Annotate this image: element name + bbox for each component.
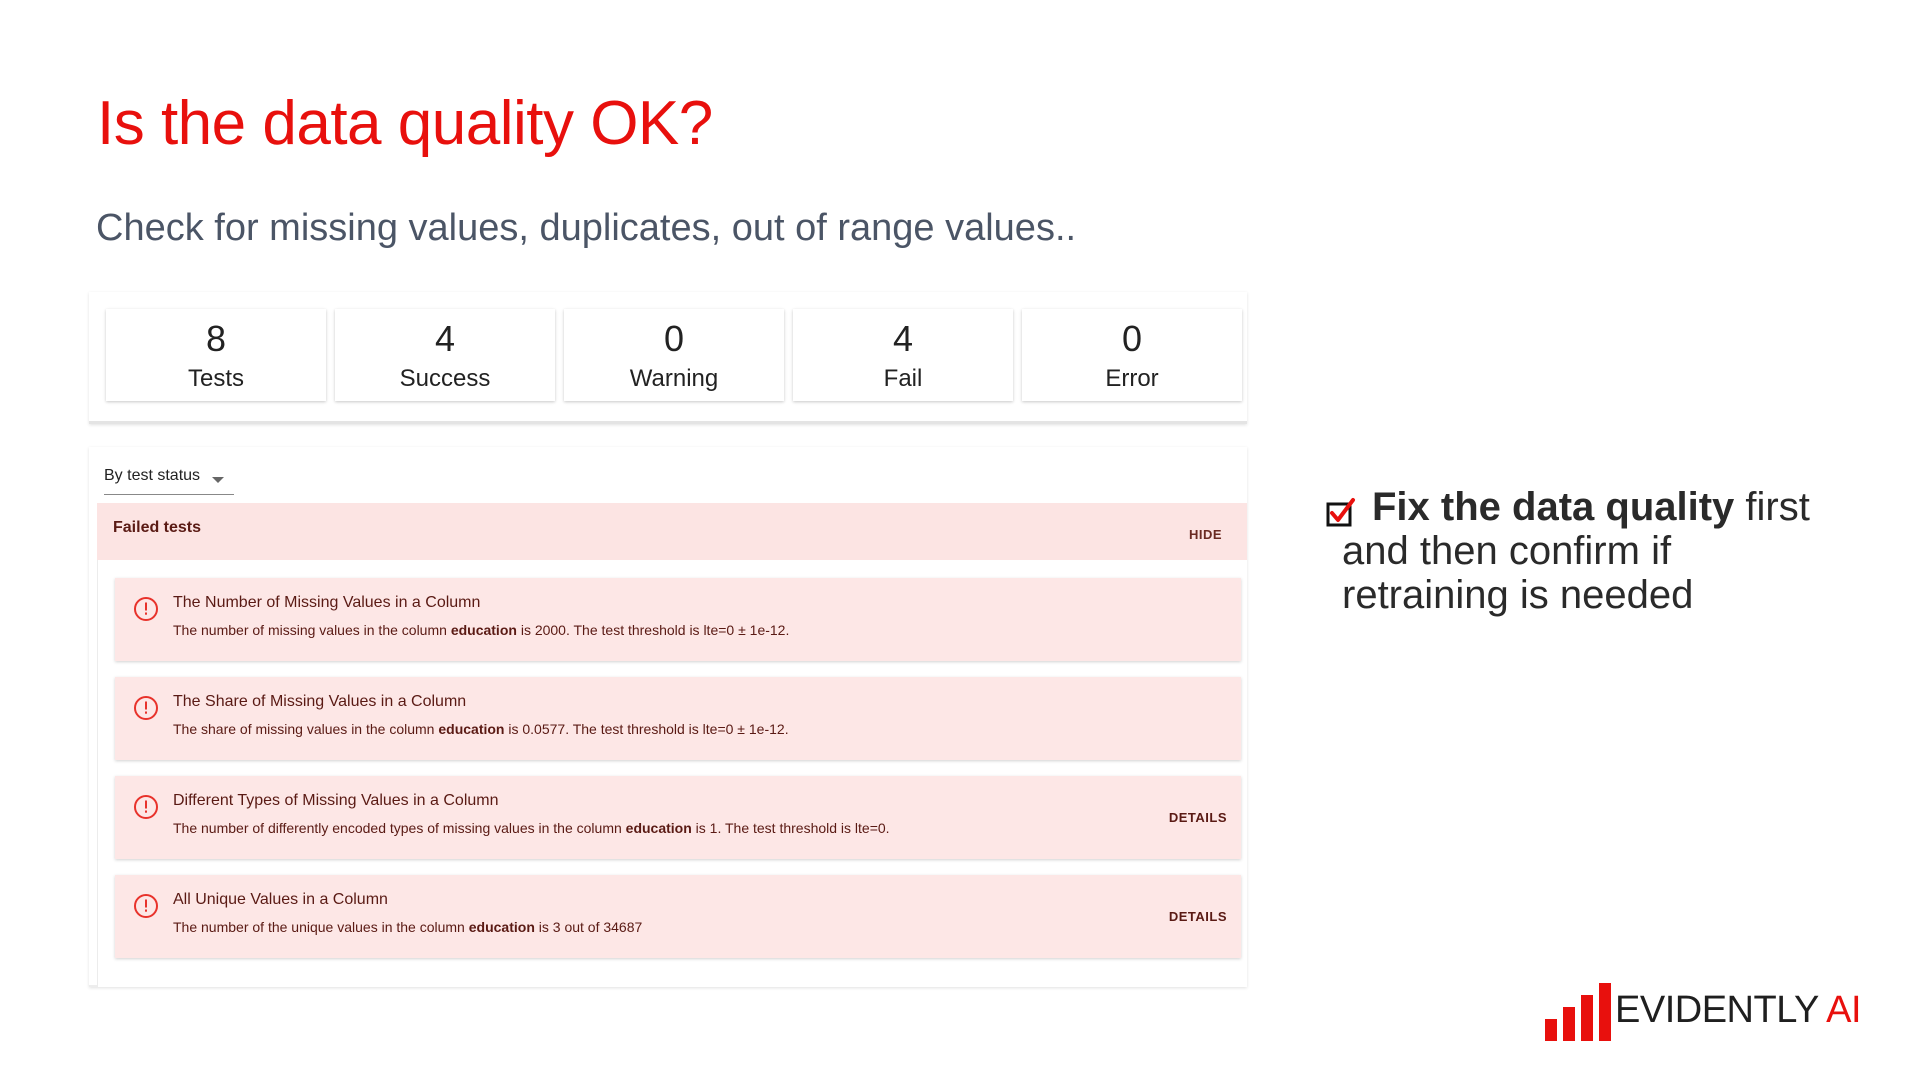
test-name: The Number of Missing Values in a Column: [173, 594, 481, 611]
failed-tests-title: Failed tests: [113, 519, 202, 536]
test-card[interactable]: The Share of Missing Values in a Column …: [115, 677, 1241, 760]
hide-button[interactable]: HIDE: [1189, 527, 1222, 542]
recommendation-note: Fix the data quality first and then conf…: [1326, 485, 1846, 617]
group-by-label: By test status: [104, 467, 201, 484]
group-by-select[interactable]: By test status: [104, 467, 234, 495]
test-card[interactable]: The Number of Missing Values in a Column…: [115, 578, 1241, 661]
evidently-logo: EVIDENTLY AI: [1545, 981, 1875, 1041]
stat-label: Tests: [187, 365, 244, 392]
stat-label: Success: [399, 365, 491, 392]
caret-down-icon: [212, 477, 224, 483]
stat-card-success: 4 Success: [335, 309, 555, 401]
stat-value: 8: [205, 318, 227, 359]
stat-card-tests: 8 Tests: [106, 309, 326, 401]
alert-circle-icon: [134, 894, 158, 918]
test-name: The Share of Missing Values in a Column: [173, 693, 467, 710]
slide-subtitle: Check for missing values, duplicates, ou…: [96, 207, 1077, 249]
details-button[interactable]: DETAILS: [1169, 909, 1227, 924]
test-description: The number of differently encoded types …: [173, 820, 890, 836]
logo-bar: [1581, 995, 1593, 1041]
logo-bar: [1563, 1007, 1575, 1041]
test-summary-panel: 8 Tests 4 Success 0 Warning 4 Fail 0 Err…: [89, 292, 1247, 424]
test-description: The number of the unique values in the c…: [173, 919, 643, 935]
stat-label: Error: [1105, 365, 1159, 392]
alert-circle-icon: [134, 795, 158, 819]
test-description: The share of missing values in the colum…: [173, 721, 789, 737]
logo-bar: [1545, 1019, 1557, 1041]
test-results-panel: By test status Failed tests HIDE The Num…: [89, 447, 1247, 987]
slide-title: Is the data quality OK?: [97, 89, 713, 158]
alert-circle-icon: [134, 597, 158, 621]
failed-tests-list: The Number of Missing Values in a Column…: [97, 560, 1247, 987]
stat-card-fail: 4 Fail: [793, 309, 1013, 401]
checkbox-checked-icon: [1326, 498, 1355, 527]
stat-value: 4: [892, 318, 914, 359]
logo-bar: [1599, 983, 1611, 1041]
alert-circle-icon: [134, 696, 158, 720]
note-line-2: and then confirm if: [1342, 529, 1672, 573]
stat-card-error: 0 Error: [1022, 309, 1242, 401]
test-card[interactable]: Different Types of Missing Values in a C…: [115, 776, 1241, 859]
stat-label: Fail: [883, 365, 923, 392]
stat-value: 4: [434, 318, 456, 359]
logo-text: EVIDENTLY AI: [1615, 989, 1862, 1031]
test-name: All Unique Values in a Column: [173, 891, 388, 908]
failed-tests-header: Failed tests HIDE: [97, 503, 1247, 560]
note-line-1: Fix the data quality first: [1372, 485, 1810, 529]
test-name: Different Types of Missing Values in a C…: [173, 792, 499, 809]
details-button[interactable]: DETAILS: [1169, 810, 1227, 825]
stat-label: Warning: [629, 365, 719, 392]
test-description: The number of missing values in the colu…: [173, 622, 790, 638]
stat-value: 0: [663, 318, 685, 359]
note-line-3: retraining is needed: [1342, 573, 1694, 617]
test-card[interactable]: All Unique Values in a Column The number…: [115, 875, 1241, 958]
stat-card-warning: 0 Warning: [564, 309, 784, 401]
stat-value: 0: [1121, 318, 1143, 359]
